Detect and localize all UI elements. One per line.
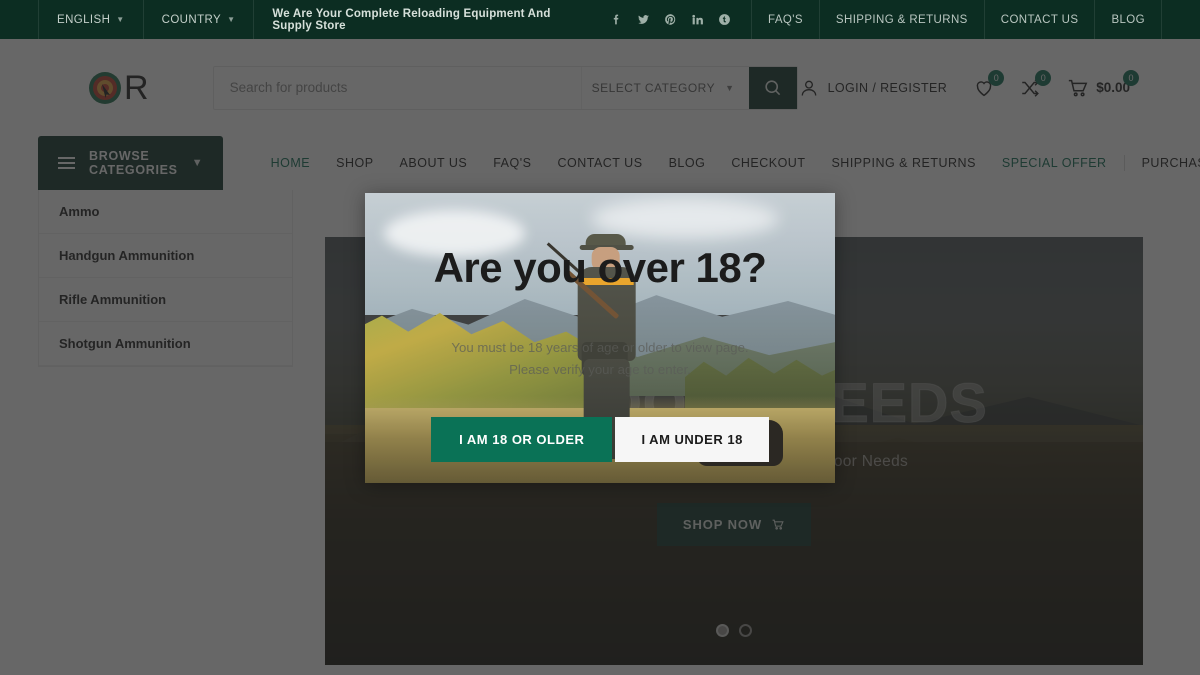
facebook-icon[interactable] (610, 13, 623, 26)
social-links (610, 0, 751, 39)
top-bar: ENGLISH ▼ COUNTRY ▼ We Are Your Complete… (0, 0, 1200, 39)
country-label: COUNTRY (161, 13, 222, 26)
modal-title: Are you over 18? (433, 244, 767, 291)
age-verification-modal: Are you over 18? You must be 18 years of… (365, 193, 835, 483)
modal-content: Are you over 18? You must be 18 years of… (365, 193, 835, 483)
tagline: We Are Your Complete Reloading Equipment… (272, 7, 551, 32)
language-selector[interactable]: ENGLISH ▼ (38, 0, 144, 39)
top-link-faqs[interactable]: FAQ'S (751, 0, 819, 39)
language-label: ENGLISH (57, 13, 111, 26)
modal-description: You must be 18 years of age or older to … (451, 340, 749, 377)
pinterest-icon[interactable] (664, 13, 677, 26)
deny-age-button[interactable]: I AM UNDER 18 (615, 416, 769, 462)
confirm-age-button[interactable]: I AM 18 OR OLDER (431, 416, 613, 462)
top-bar-right: FAQ'S SHIPPING & RETURNS CONTACT US BLOG (610, 0, 1200, 39)
page-root: ENGLISH ▼ COUNTRY ▼ We Are Your Complete… (0, 0, 1200, 675)
chevron-down-icon: ▼ (116, 15, 125, 24)
twitter-icon[interactable] (637, 13, 650, 26)
top-link-contact-us[interactable]: CONTACT US (983, 0, 1095, 39)
top-link-blog[interactable]: BLOG (1094, 0, 1162, 39)
country-selector[interactable]: COUNTRY ▼ (144, 0, 255, 39)
tumblr-icon[interactable] (718, 13, 731, 26)
top-bar-left: ENGLISH ▼ COUNTRY ▼ We Are Your Complete… (0, 0, 610, 39)
linkedin-icon[interactable] (691, 13, 704, 26)
modal-actions: I AM 18 OR OLDER I AM UNDER 18 (431, 416, 769, 462)
chevron-down-icon: ▼ (227, 15, 236, 24)
top-link-shipping-returns[interactable]: SHIPPING & RETURNS (818, 0, 984, 39)
